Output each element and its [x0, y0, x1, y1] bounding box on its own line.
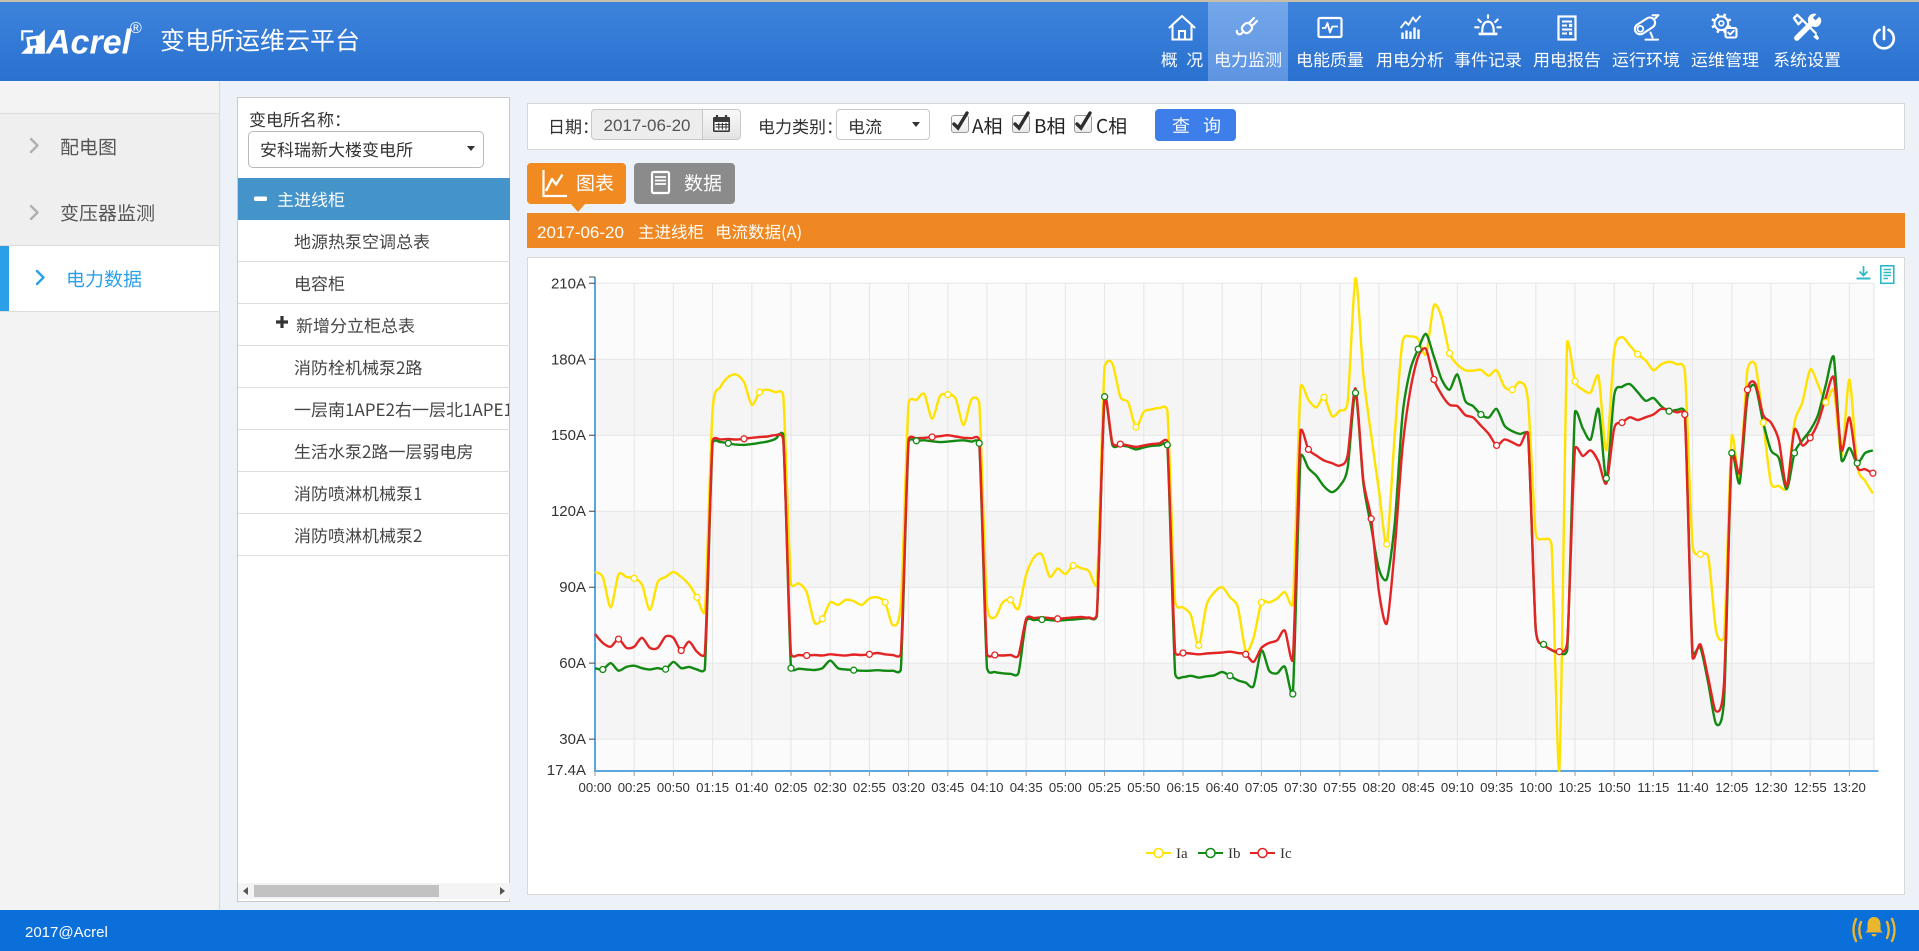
- svg-text:12:05: 12:05: [1715, 780, 1748, 795]
- svg-text:06:40: 06:40: [1206, 780, 1239, 795]
- svg-text:08:20: 08:20: [1362, 780, 1395, 795]
- svg-text:02:30: 02:30: [814, 780, 847, 795]
- svg-text:Ia: Ia: [1176, 846, 1188, 862]
- svg-text:60A: 60A: [559, 655, 586, 672]
- svg-text:2017-06-20: 2017-06-20: [537, 223, 624, 242]
- svg-text:90A: 90A: [559, 579, 586, 596]
- svg-text:17.4A: 17.4A: [547, 762, 586, 779]
- svg-text:06:15: 06:15: [1166, 780, 1199, 795]
- svg-text:Ib: Ib: [1228, 846, 1241, 862]
- svg-text:11:15: 11:15: [1637, 780, 1669, 795]
- svg-text:02:55: 02:55: [853, 780, 886, 795]
- svg-text:12:30: 12:30: [1754, 780, 1787, 795]
- svg-text:210A: 210A: [551, 275, 586, 292]
- svg-text:08:45: 08:45: [1402, 780, 1435, 795]
- svg-text:09:10: 09:10: [1441, 780, 1474, 795]
- svg-text:2017@Acrel: 2017@Acrel: [25, 924, 108, 941]
- svg-text:05:50: 05:50: [1127, 780, 1160, 795]
- svg-text:07:55: 07:55: [1323, 780, 1356, 795]
- svg-text:10:00: 10:00: [1519, 780, 1552, 795]
- svg-text:07:30: 07:30: [1284, 780, 1317, 795]
- svg-text:05:00: 05:00: [1049, 780, 1082, 795]
- svg-text:11:40: 11:40: [1677, 780, 1709, 795]
- svg-text:10:25: 10:25: [1558, 780, 1591, 795]
- svg-text:00:50: 00:50: [657, 780, 690, 795]
- svg-text:10:50: 10:50: [1598, 780, 1631, 795]
- svg-text:05:25: 05:25: [1088, 780, 1121, 795]
- svg-text:150A: 150A: [551, 427, 586, 444]
- svg-text:13:20: 13:20: [1833, 780, 1866, 795]
- svg-text:30A: 30A: [559, 731, 586, 748]
- svg-text:180A: 180A: [551, 351, 586, 368]
- svg-text:00:25: 00:25: [618, 780, 651, 795]
- svg-text:®: ®: [130, 20, 142, 37]
- svg-text:Acrel: Acrel: [45, 24, 133, 62]
- svg-text:12:55: 12:55: [1794, 780, 1827, 795]
- svg-text:02:05: 02:05: [774, 780, 807, 795]
- svg-text:2017-06-20: 2017-06-20: [604, 116, 691, 135]
- svg-text:03:45: 03:45: [931, 780, 964, 795]
- svg-text:01:40: 01:40: [735, 780, 768, 795]
- svg-text:03:20: 03:20: [892, 780, 925, 795]
- svg-text:00:00: 00:00: [578, 780, 611, 795]
- svg-text:04:10: 04:10: [970, 780, 1003, 795]
- svg-text:120A: 120A: [551, 503, 586, 520]
- svg-text:01:15: 01:15: [696, 780, 729, 795]
- svg-text:07:05: 07:05: [1245, 780, 1278, 795]
- svg-text:04:35: 04:35: [1010, 780, 1043, 795]
- svg-text:09:35: 09:35: [1480, 780, 1513, 795]
- svg-text:Ic: Ic: [1280, 846, 1292, 862]
